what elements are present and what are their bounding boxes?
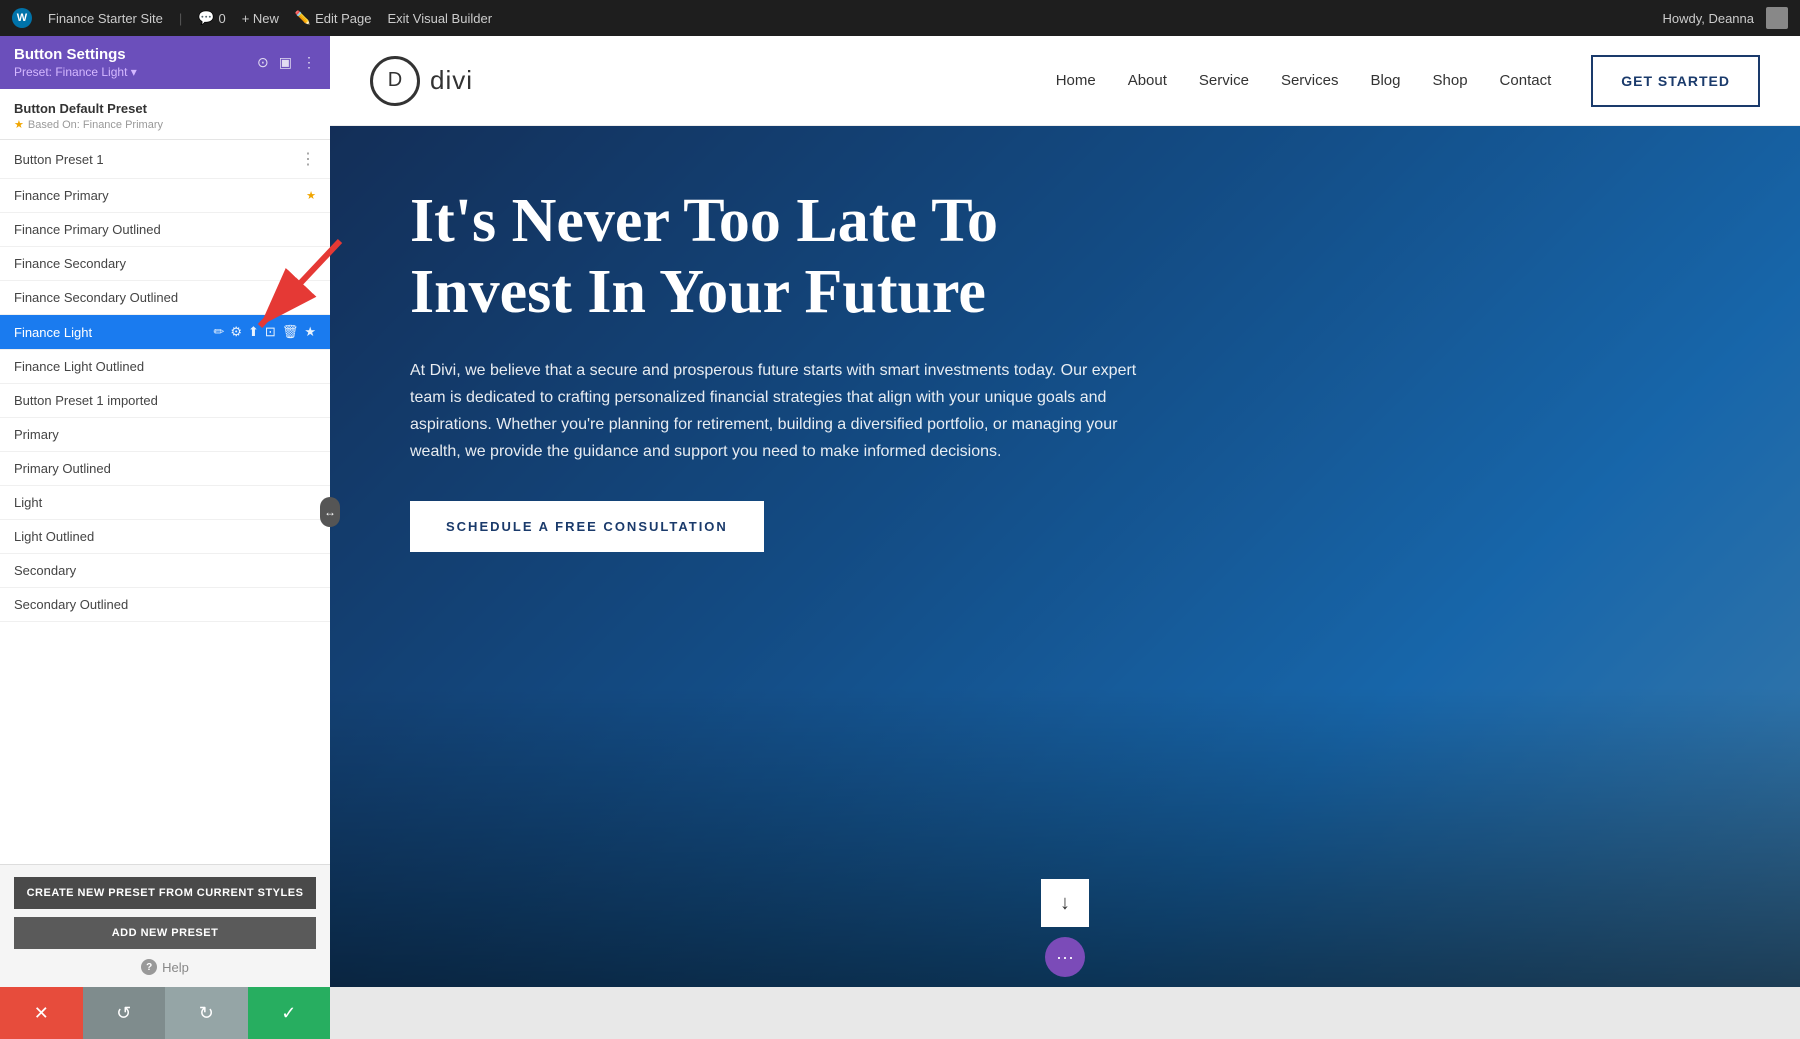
panel-header: Button Settings Preset: Finance Light ▾ …: [0, 36, 330, 89]
preset-item-finance-light[interactable]: Finance Light ✏ ⚙ ⬆ ⊡ 🗑 ★: [0, 315, 330, 350]
nav-home[interactable]: Home: [1056, 72, 1096, 89]
panel-more-icon[interactable]: ⋮: [302, 54, 316, 71]
panel-layout-icon[interactable]: ▣: [279, 54, 292, 71]
preset-item[interactable]: Finance Secondary Outlined: [0, 281, 330, 315]
star-preset-icon[interactable]: ★: [304, 324, 316, 340]
undo-button[interactable]: ↺: [83, 987, 166, 1039]
preset-item[interactable]: Light Outlined: [0, 520, 330, 554]
preset-item[interactable]: Primary Outlined: [0, 452, 330, 486]
preset-item[interactable]: Secondary: [0, 554, 330, 588]
preset-item[interactable]: Light: [0, 486, 330, 520]
preset-name: Primary: [14, 427, 316, 442]
nav-links: Home About Service Services Blog Shop Co…: [1056, 72, 1552, 89]
site-nav: D divi Home About Service Services Blog …: [330, 36, 1800, 126]
site-name-link[interactable]: Finance Starter Site: [48, 11, 163, 26]
exit-builder-link[interactable]: Exit Visual Builder: [387, 11, 492, 26]
divi-builder-dot[interactable]: ···: [1045, 937, 1085, 977]
redo-button[interactable]: ↻: [165, 987, 248, 1039]
bottom-toolbar: ✕ ↺ ↻ ✓: [0, 987, 1800, 1039]
nav-shop[interactable]: Shop: [1433, 72, 1468, 89]
preset-list-container: Button Default Preset ★ Based On: Financ…: [0, 89, 330, 864]
scroll-down-icon: ↓: [1060, 892, 1070, 915]
panel-title: Button Settings: [14, 46, 137, 63]
hero-title: It's Never Too Late To Invest In Your Fu…: [410, 186, 1150, 329]
copy-preset-icon[interactable]: ⊡: [265, 324, 276, 340]
preset-item[interactable]: Finance Secondary: [0, 247, 330, 281]
preset-item[interactable]: Finance Primary Outlined: [0, 213, 330, 247]
preset-name: Secondary Outlined: [14, 597, 316, 612]
new-link[interactable]: + New: [242, 11, 279, 26]
confirm-button[interactable]: ✓: [248, 987, 331, 1039]
preset-more-icon[interactable]: ⋮: [300, 149, 316, 169]
preset-item[interactable]: Primary: [0, 418, 330, 452]
hero-section: It's Never Too Late To Invest In Your Fu…: [330, 126, 1800, 987]
preset-name: Light Outlined: [14, 529, 316, 544]
default-preset-section: Button Default Preset ★ Based On: Financ…: [0, 89, 330, 140]
cancel-button[interactable]: ✕: [0, 987, 83, 1039]
help-icon: ?: [141, 959, 157, 975]
toolbar-right-spacer: [330, 987, 1800, 1039]
default-preset-label: Button Default Preset: [14, 101, 316, 116]
preset-name: Finance Primary: [14, 188, 306, 203]
nav-contact[interactable]: Contact: [1500, 72, 1552, 89]
settings-preset-icon[interactable]: ⚙: [230, 324, 242, 340]
nav-services[interactable]: Services: [1281, 72, 1339, 89]
howdy-text: Howdy, Deanna: [1662, 11, 1754, 26]
edit-icon: ✏️: [295, 10, 311, 26]
based-on-text: Based On: Finance Primary: [28, 119, 163, 131]
preset-name: Finance Light Outlined: [14, 359, 316, 374]
preset-item[interactable]: Secondary Outlined: [0, 588, 330, 622]
nav-service[interactable]: Service: [1199, 72, 1249, 89]
preset-name: Finance Secondary: [14, 256, 316, 271]
panel-preset-selector[interactable]: Preset: Finance Light ▾: [14, 65, 137, 79]
wp-logo-icon[interactable]: W: [12, 8, 32, 28]
hero-content: It's Never Too Late To Invest In Your Fu…: [330, 126, 1230, 987]
preset-name: Finance Secondary Outlined: [14, 290, 316, 305]
comments-link[interactable]: 💬 0: [198, 10, 225, 26]
resize-handle[interactable]: ↔: [320, 497, 340, 527]
create-new-preset-button[interactable]: CREATE NEW PRESET FROM CURRENT STYLES: [14, 877, 316, 909]
right-content: D divi Home About Service Services Blog …: [330, 36, 1800, 987]
avatar[interactable]: [1766, 7, 1788, 29]
nav-cta-button[interactable]: GET STARTED: [1591, 55, 1760, 107]
site-logo: D divi: [370, 56, 473, 106]
add-new-preset-button[interactable]: ADD NEW PRESET: [14, 917, 316, 949]
nav-about[interactable]: About: [1128, 72, 1167, 89]
preset-name: Button Preset 1: [14, 152, 300, 167]
logo-text: divi: [430, 65, 473, 96]
panel-bottom: CREATE NEW PRESET FROM CURRENT STYLES AD…: [0, 864, 330, 987]
admin-bar: W Finance Starter Site | 💬 0 + New ✏️ Ed…: [0, 0, 1800, 36]
preset-name: Primary Outlined: [14, 461, 316, 476]
edit-page-link[interactable]: ✏️ Edit Page: [295, 10, 372, 26]
preset-name: Secondary: [14, 563, 316, 578]
star-icon: ★: [306, 189, 316, 202]
hero-cta-button[interactable]: SCHEDULE A FREE CONSULTATION: [410, 501, 764, 552]
divi-dots-icon: ···: [1056, 947, 1074, 968]
preset-item[interactable]: Button Preset 1 ⋮: [0, 140, 330, 179]
preset-name: Finance Light: [14, 325, 213, 340]
scroll-down-button[interactable]: ↓: [1041, 879, 1089, 927]
left-panel: Button Settings Preset: Finance Light ▾ …: [0, 36, 330, 987]
logo-circle-icon: D: [370, 56, 420, 106]
edit-preset-icon[interactable]: ✏: [213, 324, 224, 340]
hero-subtitle: At Divi, we believe that a secure and pr…: [410, 357, 1150, 466]
preset-item[interactable]: Button Preset 1 imported: [0, 384, 330, 418]
main-layout: Button Settings Preset: Finance Light ▾ …: [0, 36, 1800, 987]
nav-blog[interactable]: Blog: [1370, 72, 1400, 89]
comment-icon: 💬: [198, 10, 214, 26]
preset-name: Light: [14, 495, 316, 510]
help-link[interactable]: ? Help: [14, 959, 316, 975]
preset-item[interactable]: Finance Light Outlined: [0, 350, 330, 384]
panel-search-icon[interactable]: ⊙: [257, 54, 269, 71]
preset-item[interactable]: Finance Primary ★: [0, 179, 330, 213]
delete-preset-icon[interactable]: 🗑: [282, 324, 299, 340]
preset-name: Finance Primary Outlined: [14, 222, 316, 237]
preset-name: Button Preset 1 imported: [14, 393, 316, 408]
upload-preset-icon[interactable]: ⬆: [248, 324, 259, 340]
star-icon: ★: [14, 118, 24, 131]
